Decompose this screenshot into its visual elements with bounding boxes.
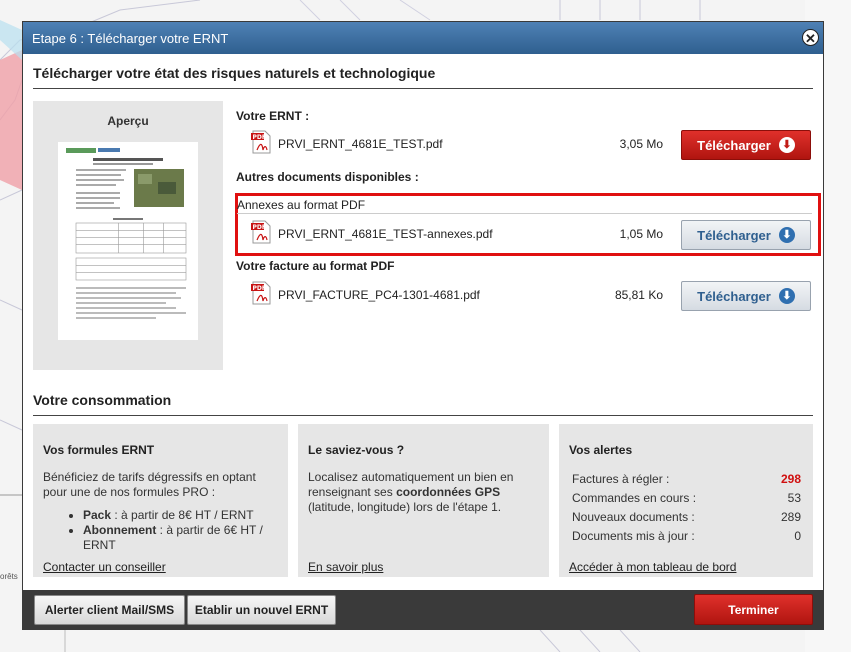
invoice-file-row: PDF PRVI_FACTURE_PC4-1301-4681.pdf 85,81… [251, 281, 811, 311]
ernt-label: Votre ERNT : [236, 109, 310, 123]
download-ernt-button[interactable]: Télécharger ⬇ [681, 130, 811, 160]
pdf-file-icon: PDF [251, 281, 271, 305]
formulas-text: Bénéficiez de tarifs dégressifs en optan… [43, 470, 273, 553]
formulas-list: Pack : à partir de 8€ HT / ERNT Abonneme… [43, 508, 273, 553]
download-invoice-button[interactable]: Télécharger ⬇ [681, 281, 811, 311]
alert-row-new-documents: Nouveaux documents : 289 [572, 510, 801, 524]
alerts-box: Vos alertes Factures à régler : 298 Comm… [559, 424, 813, 577]
tip-text: Localisez automatiquement un bien en ren… [308, 470, 533, 515]
alert-client-button[interactable]: Alerter client Mail/SMS [34, 595, 185, 625]
tip-title: Le saviez-vous ? [308, 443, 405, 457]
annex-divider [237, 213, 812, 214]
download-arrow-icon: ⬇ [778, 137, 795, 153]
button-label: Télécharger [697, 227, 771, 243]
consumption-heading: Votre consommation [33, 392, 172, 408]
contact-advisor-link[interactable]: Contacter un conseiller [43, 560, 166, 574]
alert-value: 0 [794, 529, 801, 543]
file-size: 1,05 Mo [619, 227, 663, 241]
consumption-divider [33, 415, 813, 416]
learn-more-link[interactable]: En savoir plus [308, 560, 383, 574]
download-arrow-icon: ⬇ [778, 227, 795, 243]
close-icon[interactable]: ✕ [802, 29, 819, 46]
alert-label: Nouveaux documents : [572, 510, 695, 524]
file-size: 3,05 Mo [619, 137, 663, 151]
alert-row-invoices: Factures à régler : 298 [572, 472, 801, 486]
annex-file-row: PDF PRVI_ERNT_4681E_TEST-annexes.pdf 1,0… [251, 220, 811, 250]
svg-text:PDF: PDF [253, 134, 266, 141]
pack-price: : à partir de 8€ HT / ERNT [111, 508, 254, 522]
preview-panel: Aperçu [33, 101, 223, 370]
alert-label: Factures à régler : [572, 472, 670, 486]
svg-text:PDF: PDF [253, 285, 266, 292]
new-ernt-button[interactable]: Etablir un nouvel ERNT [187, 595, 336, 625]
list-item: Pack : à partir de 8€ HT / ERNT [83, 508, 273, 523]
invoice-label: Votre facture au format PDF [236, 259, 395, 273]
formulas-title: Vos formules ERNT [43, 443, 155, 457]
modal-titlebar: Etape 6 : Télécharger votre ERNT ✕ [23, 22, 823, 54]
other-documents-label: Autres documents disponibles : [236, 170, 419, 184]
tip-box: Le saviez-vous ? Localisez automatiqueme… [298, 424, 549, 577]
button-label: Télécharger [697, 137, 771, 153]
alert-value: 289 [780, 510, 801, 524]
alert-value: 298 [780, 472, 801, 486]
alert-row-updated-documents: Documents mis à jour : 0 [572, 529, 801, 543]
page-heading: Télécharger votre état des risques natur… [33, 65, 436, 81]
formulas-box: Vos formules ERNT Bénéficiez de tarifs d… [33, 424, 288, 577]
download-modal: Etape 6 : Télécharger votre ERNT ✕ Téléc… [22, 21, 824, 630]
list-item: Abonnement : à partir de 6€ HT / ERNT [83, 523, 273, 553]
map-label: orêts [0, 572, 18, 581]
pdf-file-icon: PDF [251, 130, 271, 154]
tip-text-part: (latitude, longitude) lors de l'étape 1. [308, 500, 502, 514]
file-name[interactable]: PRVI_ERNT_4681E_TEST-annexes.pdf [278, 227, 493, 241]
modal-footer: Alerter client Mail/SMS Etablir un nouve… [23, 590, 823, 629]
alert-row-orders: Commandes en cours : 53 [572, 491, 801, 505]
subscription-name: Abonnement [83, 523, 157, 537]
download-annex-button[interactable]: Télécharger ⬇ [681, 220, 811, 250]
file-name[interactable]: PRVI_ERNT_4681E_TEST.pdf [278, 137, 443, 151]
svg-text:PDF: PDF [253, 224, 266, 231]
pdf-file-icon: PDF [251, 220, 271, 244]
ernt-file-row: PDF PRVI_ERNT_4681E_TEST.pdf 3,05 Mo Tél… [251, 130, 811, 160]
button-label: Télécharger [697, 288, 771, 304]
formulas-description: Bénéficiez de tarifs dégressifs en optan… [43, 470, 256, 499]
tip-text-bold: coordonnées GPS [396, 485, 501, 499]
document-thumbnail[interactable] [58, 142, 198, 340]
file-size: 85,81 Ko [614, 288, 663, 302]
alerts-title: Vos alertes [569, 443, 633, 457]
pack-name: Pack [83, 508, 112, 522]
alert-label: Commandes en cours : [572, 491, 697, 505]
file-name[interactable]: PRVI_FACTURE_PC4-1301-4681.pdf [278, 288, 480, 302]
annex-label: Annexes au format PDF [237, 198, 366, 212]
modal-title: Etape 6 : Télécharger votre ERNT [32, 30, 229, 46]
preview-title: Aperçu [107, 114, 149, 128]
download-arrow-icon: ⬇ [778, 288, 795, 304]
finish-button[interactable]: Terminer [694, 594, 813, 625]
heading-divider [33, 88, 813, 89]
alert-label: Documents mis à jour : [572, 529, 695, 543]
alert-value: 53 [787, 491, 801, 505]
dashboard-link[interactable]: Accéder à mon tableau de bord [569, 560, 736, 574]
